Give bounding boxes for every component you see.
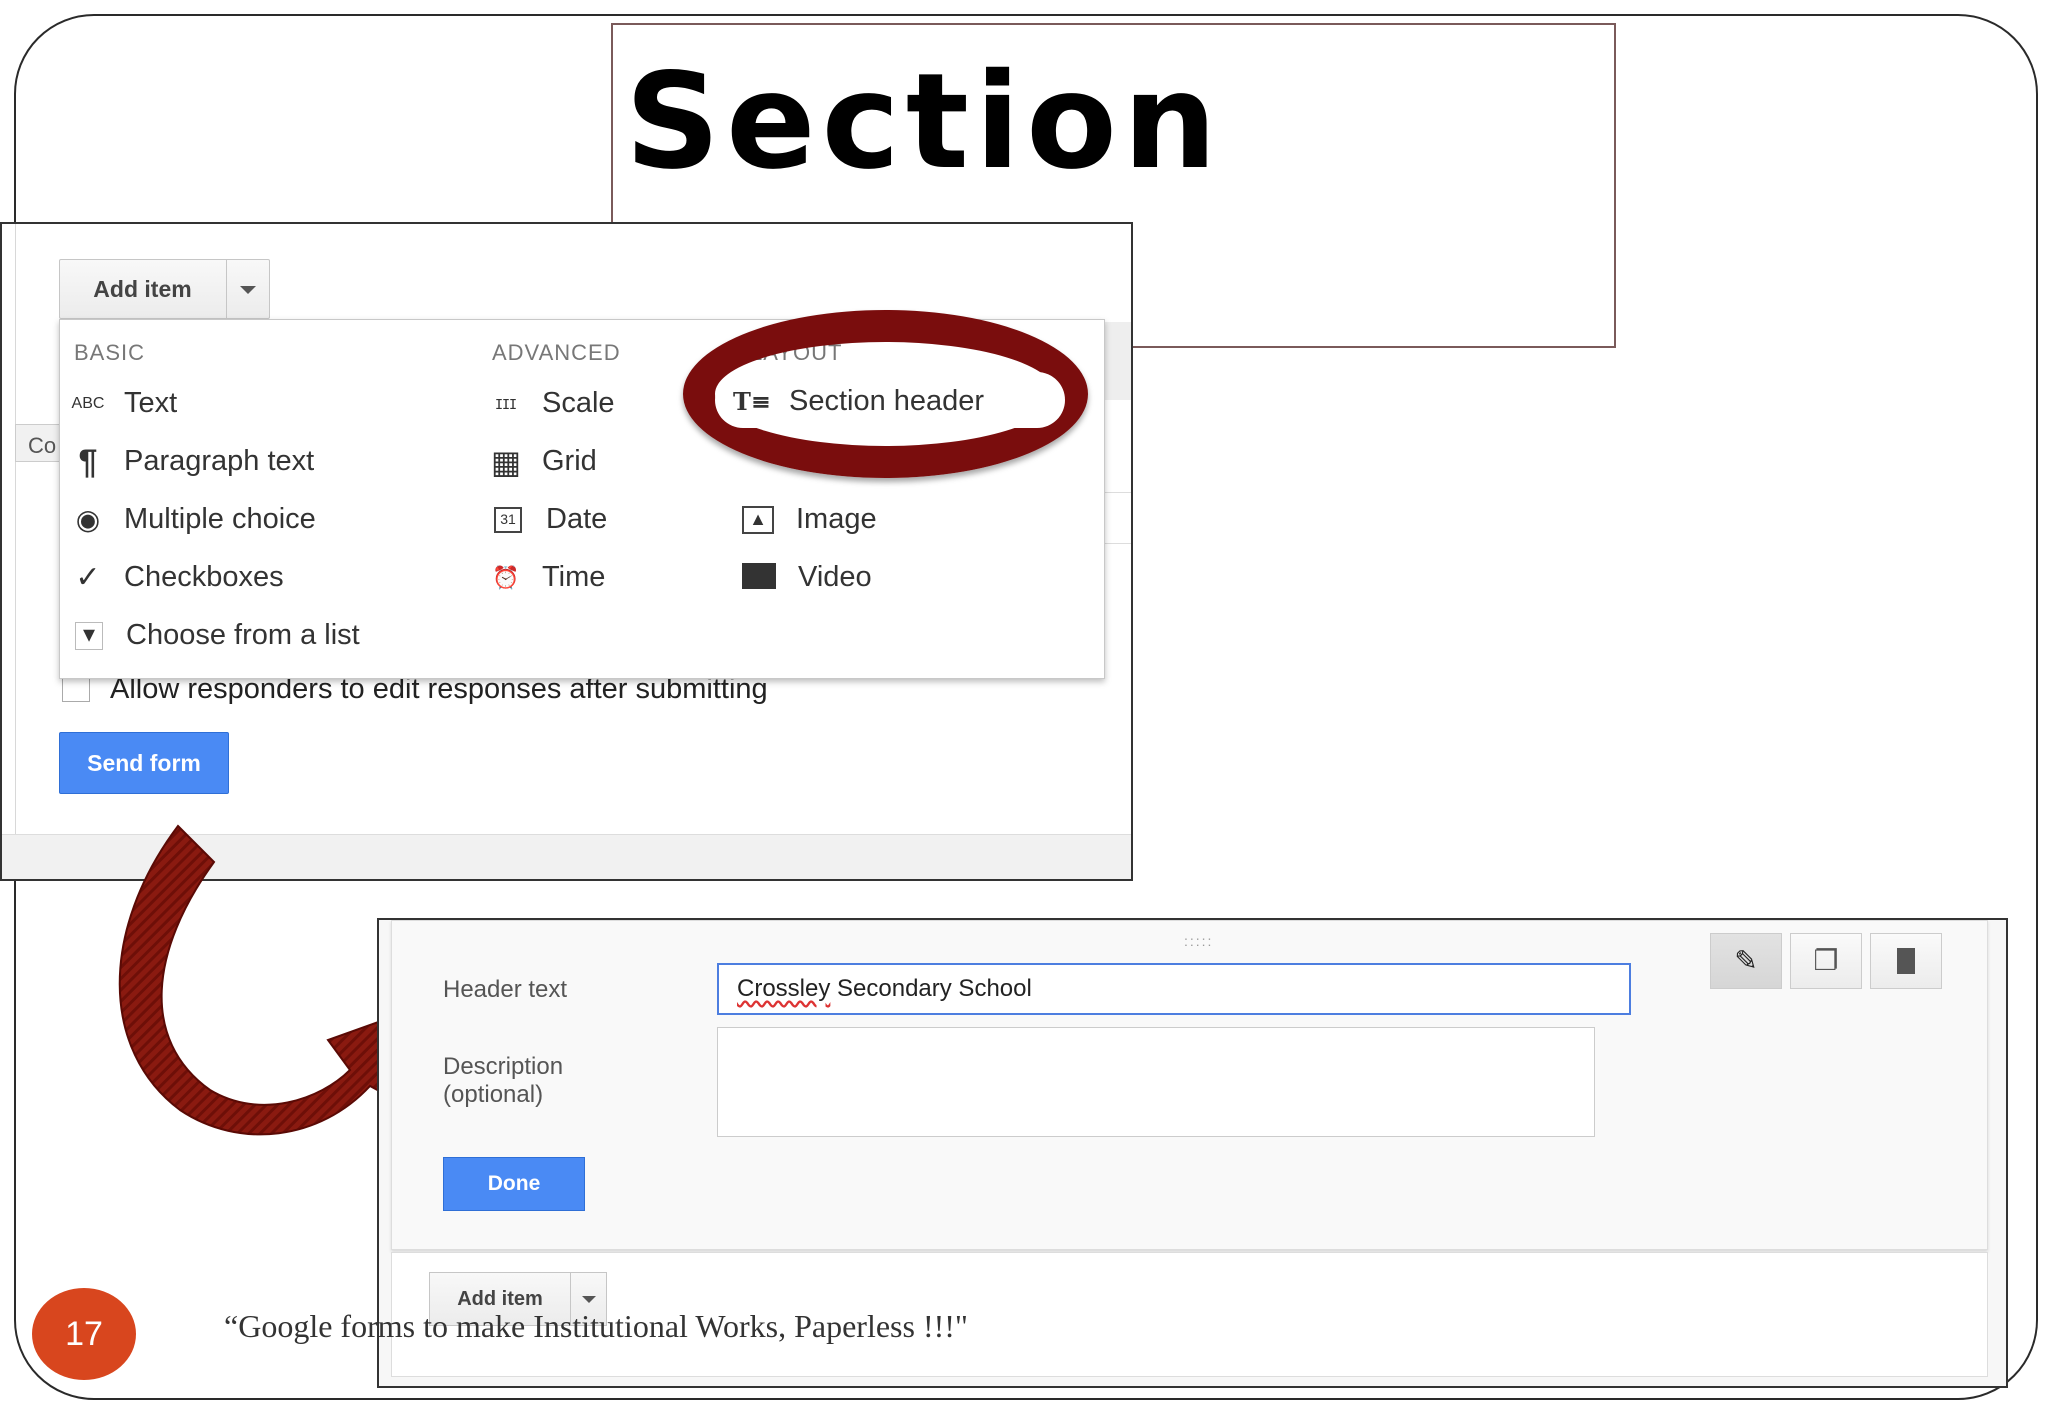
header-text-label: Header text [443, 976, 568, 1003]
description-label: Description (optional) [443, 1053, 563, 1109]
duplicate-icon: ❐ [1813, 945, 1839, 976]
description-field[interactable] [717, 1027, 1595, 1137]
drag-handle[interactable]: ::::: [1184, 933, 1213, 949]
pencil-icon: ✎ [1734, 945, 1758, 976]
chevron-down-icon[interactable] [582, 1296, 596, 1303]
duplicate-button[interactable]: ❐ [1790, 933, 1862, 989]
description-label-line2: (optional) [443, 1081, 544, 1108]
header-text-field[interactable]: Crossley Secondary School [717, 963, 1631, 1015]
page-number-badge: 17 [32, 1288, 136, 1380]
footer-quote: “Google forms to make Institutional Work… [224, 1308, 968, 1344]
header-text-value: Secondary School [830, 975, 1032, 1002]
edit-button[interactable]: ✎ [1710, 933, 1782, 989]
section-header-card: ::::: Header text Crossley Secondary Sch… [391, 920, 1988, 1250]
header-text-misspelled-word: Crossley [737, 975, 831, 1002]
done-button[interactable]: Done [443, 1157, 585, 1211]
trash-icon [1897, 948, 1915, 974]
delete-button[interactable] [1870, 933, 1942, 989]
description-label-line1: Description [443, 1053, 564, 1080]
